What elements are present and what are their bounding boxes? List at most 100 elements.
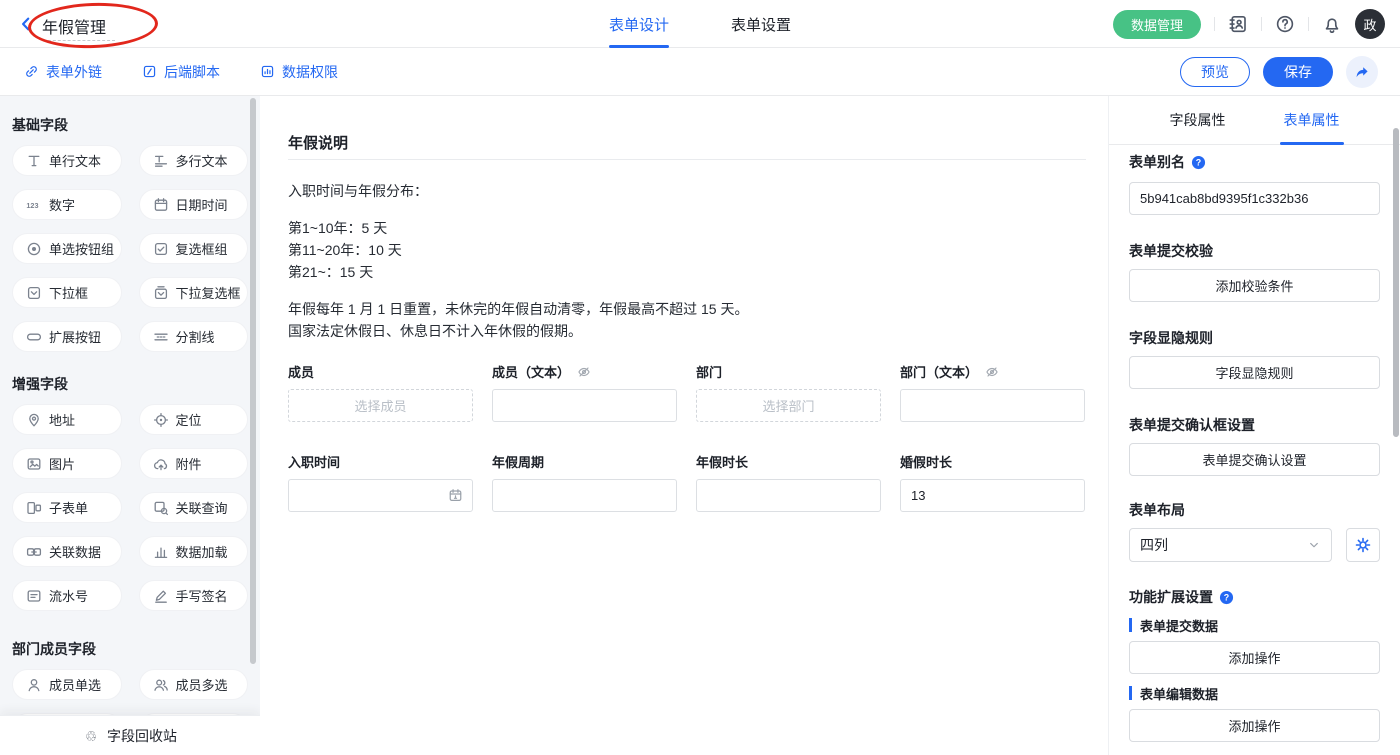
palette-item-dropdown-multi[interactable]: 下拉复选框 <box>139 277 249 308</box>
department-picker-input[interactable]: 选择部门 <box>696 389 881 422</box>
data-permission-link[interactable]: 数据权限 <box>260 62 338 82</box>
backend-script-link[interactable]: 后端脚本 <box>142 62 220 82</box>
palette-item-number[interactable]: 123数字 <box>12 189 122 220</box>
description-gap <box>288 283 1086 298</box>
palette-item-attachment[interactable]: 附件 <box>139 448 249 479</box>
tab-form-properties[interactable]: 表单属性 <box>1284 96 1340 145</box>
preview-button[interactable]: 预览 <box>1180 57 1250 87</box>
layout-select[interactable]: 四列 <box>1129 528 1332 562</box>
palette-item-radio-group[interactable]: 单选按钮组 <box>12 233 122 264</box>
palette-item-linked-data[interactable]: 关联数据 <box>12 536 122 567</box>
field-label: 部门 <box>696 362 722 381</box>
form-alias-input[interactable]: 5b941cab8bd9395f1c332b36 <box>1129 182 1380 215</box>
script-icon <box>142 64 157 79</box>
palette-item-single-line-text[interactable]: 单行文本 <box>12 145 122 176</box>
form-alias-label: 表单别名 ? <box>1129 152 1380 172</box>
palette-item-dropdown[interactable]: 下拉框 <box>12 277 122 308</box>
toolbar-actions: 预览 保存 <box>1180 48 1378 95</box>
field-label: 婚假时长 <box>900 452 952 471</box>
data-manage-button[interactable]: 数据管理 <box>1113 10 1201 39</box>
member-multi-icon <box>153 677 169 693</box>
section-title-member-fields: 部门成员字段 <box>12 639 248 657</box>
divider <box>1214 17 1215 31</box>
multi-line-text-icon <box>153 153 169 169</box>
annual-leave-cycle-input[interactable] <box>492 479 677 512</box>
palette-item-datetime[interactable]: 日期时间 <box>139 189 249 220</box>
add-submit-action-button[interactable]: 添加操作 <box>1129 641 1380 674</box>
department-text-input[interactable] <box>900 389 1085 422</box>
field-visibility-rule-button[interactable]: 字段显隐规则 <box>1129 356 1380 389</box>
hire-date-input[interactable] <box>288 479 473 512</box>
annual-leave-duration-field[interactable]: 年假时长 <box>696 454 881 512</box>
marriage-leave-duration-field[interactable]: 婚假时长 13 <box>900 454 1085 512</box>
field-label: 入职时间 <box>288 452 340 471</box>
description-line: 第21~：15 天 <box>288 261 1086 283</box>
question-circle-icon[interactable]: ? <box>1191 155 1206 170</box>
department-text-field[interactable]: 部门（文本） <box>900 364 1085 422</box>
eye-slash-icon <box>985 365 999 379</box>
linked-query-icon <box>153 500 169 516</box>
panel-scrollbar[interactable] <box>1393 128 1399 437</box>
palette-item-subform[interactable]: 子表单 <box>12 492 122 523</box>
enhanced-fields-grid: 地址 定位 图片 附件 子表单 关联查询 关联数据 数据加载 流水号 手写签名 <box>12 404 248 611</box>
palette-item-extend-button[interactable]: 扩展按钮 <box>12 321 122 352</box>
palette-item-checkbox-group[interactable]: 复选框组 <box>139 233 249 264</box>
palette-item-data-load[interactable]: 数据加载 <box>139 536 249 567</box>
marriage-leave-duration-input[interactable]: 13 <box>900 479 1085 512</box>
properties-panel: 字段属性 表单属性 表单别名 ? 5b941cab8bd9395f1c332b3… <box>1108 96 1400 755</box>
tab-field-properties[interactable]: 字段属性 <box>1170 96 1226 145</box>
form-description-text[interactable]: 入职时间与年假分布： 第1~10年：5 天 第11~20年：10 天 第21~：… <box>288 180 1086 342</box>
svg-text:?: ? <box>1196 157 1201 167</box>
field-label: 年假时长 <box>696 452 748 471</box>
form-external-link[interactable]: 表单外链 <box>24 62 102 82</box>
annual-leave-cycle-field[interactable]: 年假周期 <box>492 454 677 512</box>
permission-icon <box>260 64 275 79</box>
submit-confirm-settings-button[interactable]: 表单提交确认设置 <box>1129 443 1380 476</box>
link-label: 表单外链 <box>46 62 102 82</box>
palette-item-address[interactable]: 地址 <box>12 404 122 435</box>
description-line: 国家法定休假日、休息日不计入年休假的假期。 <box>288 320 1086 342</box>
divider <box>1308 17 1309 31</box>
add-edit-action-button[interactable]: 添加操作 <box>1129 709 1380 742</box>
header-actions: 数据管理 政 <box>1113 0 1385 48</box>
contacts-icon[interactable] <box>1228 14 1248 34</box>
question-circle-icon[interactable]: ? <box>1219 590 1234 605</box>
palette-item-multi-line-text[interactable]: 多行文本 <box>139 145 249 176</box>
layout-settings-button[interactable] <box>1346 528 1380 562</box>
palette-item-location[interactable]: 定位 <box>139 404 249 435</box>
palette-item-image[interactable]: 图片 <box>12 448 122 479</box>
hire-date-field[interactable]: 入职时间 <box>288 454 473 512</box>
palette-item-signature[interactable]: 手写签名 <box>139 580 249 611</box>
divider <box>1261 17 1262 31</box>
member-field[interactable]: 成员 选择成员 <box>288 364 473 422</box>
sidebar-scrollbar[interactable] <box>250 98 256 664</box>
recycle-bin-label: 字段回收站 <box>107 726 177 746</box>
serial-number-icon <box>26 588 42 604</box>
help-icon[interactable] <box>1275 14 1295 34</box>
palette-item-member-single[interactable]: 成员单选 <box>12 669 122 700</box>
tab-form-settings[interactable]: 表单设置 <box>731 0 791 48</box>
panel-tabs: 字段属性 表单属性 <box>1109 96 1400 145</box>
palette-item-serial-number[interactable]: 流水号 <box>12 580 122 611</box>
member-text-field[interactable]: 成员（文本） <box>492 364 677 422</box>
svg-text:123: 123 <box>26 201 38 210</box>
member-text-input[interactable] <box>492 389 677 422</box>
link-label: 后端脚本 <box>164 62 220 82</box>
palette-item-divider[interactable]: 分割线 <box>139 321 249 352</box>
annual-leave-duration-input[interactable] <box>696 479 881 512</box>
department-field[interactable]: 部门 选择部门 <box>696 364 881 422</box>
form-layout-row: 四列 <box>1129 528 1380 562</box>
palette-item-member-multi[interactable]: 成员多选 <box>139 669 249 700</box>
palette-item-linked-query[interactable]: 关联查询 <box>139 492 249 523</box>
tab-form-design[interactable]: 表单设计 <box>609 0 669 48</box>
add-validation-condition-button[interactable]: 添加校验条件 <box>1129 269 1380 302</box>
form-description-title[interactable]: 年假说明 <box>288 132 1086 150</box>
avatar[interactable]: 政 <box>1355 9 1385 39</box>
bell-icon[interactable] <box>1322 14 1342 34</box>
share-button[interactable] <box>1346 56 1378 88</box>
group-accent-bar <box>1129 686 1132 700</box>
edit-data-group-label: 表单编辑数据 <box>1129 685 1380 701</box>
save-button[interactable]: 保存 <box>1263 57 1333 87</box>
member-picker-input[interactable]: 选择成员 <box>288 389 473 422</box>
field-recycle-bin[interactable]: ♲ 字段回收站 <box>0 715 260 755</box>
